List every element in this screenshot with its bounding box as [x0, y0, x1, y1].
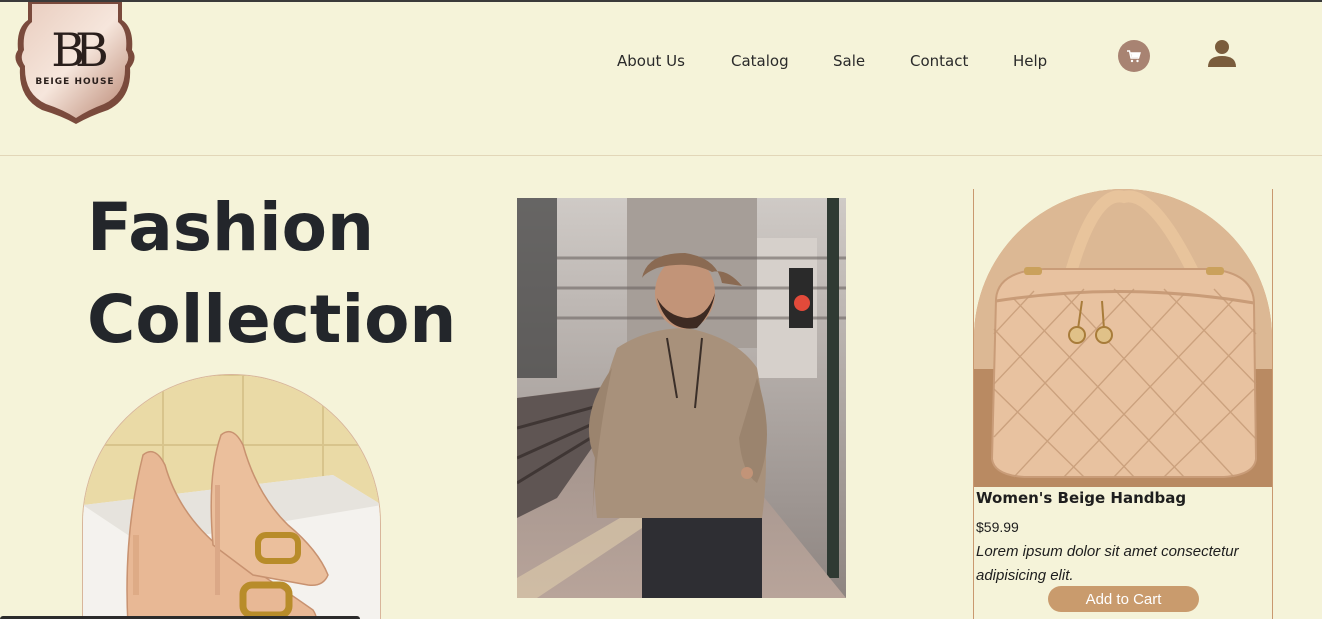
user-icon: [1208, 40, 1236, 67]
user-account-button[interactable]: [1207, 38, 1239, 70]
brand-name: BEIGE HOUSE: [35, 77, 114, 87]
hero-title: Fashion Collection: [87, 182, 467, 366]
nav-catalog[interactable]: Catalog: [731, 52, 789, 70]
product-name[interactable]: Women's Beige Handbag: [976, 489, 1186, 507]
handbag-image[interactable]: [974, 189, 1272, 487]
add-to-cart-button[interactable]: Add to Cart: [1048, 586, 1199, 612]
product-card: Women's Beige Handbag $59.99 Lorem ipsum…: [973, 189, 1273, 619]
nav-contact[interactable]: Contact: [910, 52, 968, 70]
hero-title-line1: Fashion: [87, 189, 374, 266]
cart-button[interactable]: [1118, 40, 1150, 72]
nav-about-us[interactable]: About Us: [617, 52, 685, 70]
cart-icon: [1127, 49, 1141, 62]
product-price: $59.99: [976, 519, 1019, 535]
product-description: Lorem ipsum dolor sit amet consectetur a…: [976, 543, 1239, 584]
hero-title-line2: Collection: [87, 281, 457, 358]
shoes-image: [82, 374, 381, 619]
site-header: BB BEIGE HOUSE About Us Catalog Sale Con…: [0, 2, 1322, 156]
nav-help[interactable]: Help: [1013, 52, 1047, 70]
model-photo: [517, 198, 846, 598]
nav-sale[interactable]: Sale: [833, 52, 865, 70]
